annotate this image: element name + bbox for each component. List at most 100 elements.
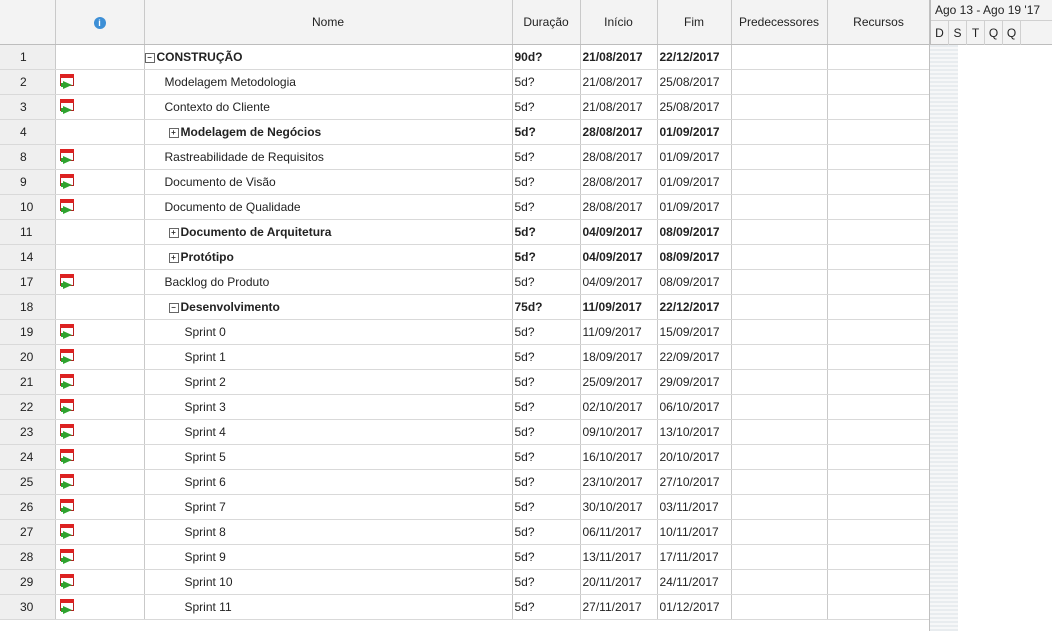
task-name-cell[interactable]: Sprint 2 bbox=[144, 369, 513, 395]
start-cell[interactable]: 13/11/2017 bbox=[580, 544, 658, 570]
task-row[interactable]: 9 Documento de Visão 5d? 28/08/2017 01/09/20… bbox=[0, 169, 931, 195]
resources-column-header[interactable]: Recursos bbox=[827, 0, 931, 45]
predecessors-cell[interactable] bbox=[731, 94, 828, 120]
task-name-cell[interactable]: Sprint 5 bbox=[144, 444, 513, 470]
start-cell[interactable]: 21/08/2017 bbox=[580, 69, 658, 95]
finish-cell[interactable]: 13/10/2017 bbox=[657, 419, 732, 445]
task-row[interactable]: 10 Documento de Qualidade 5d? 28/08/2017 01/… bbox=[0, 194, 931, 220]
row-number[interactable]: 30 bbox=[0, 594, 56, 620]
duration-cell[interactable]: 5d? bbox=[512, 419, 581, 445]
start-cell[interactable]: 18/09/2017 bbox=[580, 344, 658, 370]
row-number[interactable]: 3 bbox=[0, 94, 56, 120]
duration-cell[interactable]: 5d? bbox=[512, 469, 581, 495]
finish-cell[interactable]: 29/09/2017 bbox=[657, 369, 732, 395]
task-name-cell[interactable]: Sprint 9 bbox=[144, 544, 513, 570]
start-cell[interactable]: 02/10/2017 bbox=[580, 394, 658, 420]
predecessors-cell[interactable] bbox=[731, 519, 828, 545]
select-all-header[interactable] bbox=[0, 0, 56, 45]
task-name-cell[interactable]: Contexto do Cliente bbox=[144, 94, 513, 120]
duration-cell[interactable]: 5d? bbox=[512, 594, 581, 620]
duration-cell[interactable]: 5d? bbox=[512, 194, 581, 220]
duration-cell[interactable]: 90d? bbox=[512, 44, 581, 70]
task-name-cell[interactable]: Sprint 6 bbox=[144, 469, 513, 495]
predecessors-cell[interactable] bbox=[731, 119, 828, 145]
finish-cell[interactable]: 01/09/2017 bbox=[657, 119, 732, 145]
task-name-cell[interactable]: Documento de Qualidade bbox=[144, 194, 513, 220]
predecessors-cell[interactable] bbox=[731, 44, 828, 70]
task-row[interactable]: 14 + Protótipo 5d? 04/09/2017 08/09/2017 bbox=[0, 244, 931, 270]
task-row[interactable]: 11 + Documento de Arquitetura 5d? 04/09/2017… bbox=[0, 219, 931, 245]
resources-cell[interactable] bbox=[827, 269, 931, 295]
predecessors-cell[interactable] bbox=[731, 69, 828, 95]
finish-cell[interactable]: 15/09/2017 bbox=[657, 319, 732, 345]
predecessors-column-header[interactable]: Predecessores bbox=[731, 0, 828, 45]
finish-cell[interactable]: 10/11/2017 bbox=[657, 519, 732, 545]
resources-cell[interactable] bbox=[827, 294, 931, 320]
resources-cell[interactable] bbox=[827, 169, 931, 195]
indicators-header[interactable]: i bbox=[55, 0, 145, 45]
task-row[interactable]: 3 Contexto do Cliente 5d? 21/08/2017 25/08/2… bbox=[0, 94, 931, 120]
resources-cell[interactable] bbox=[827, 244, 931, 270]
duration-cell[interactable]: 5d? bbox=[512, 569, 581, 595]
task-row[interactable]: 21 Sprint 2 5d? 25/09/2017 29/09/2017 bbox=[0, 369, 931, 395]
predecessors-cell[interactable] bbox=[731, 169, 828, 195]
finish-cell[interactable]: 01/09/2017 bbox=[657, 144, 732, 170]
task-name-cell[interactable]: Sprint 8 bbox=[144, 519, 513, 545]
resources-cell[interactable] bbox=[827, 144, 931, 170]
duration-cell[interactable]: 5d? bbox=[512, 119, 581, 145]
task-name-cell[interactable]: Modelagem Metodologia bbox=[144, 69, 513, 95]
task-row[interactable]: 8 Rastreabilidade de Requisitos 5d? 28/08/2… bbox=[0, 144, 931, 170]
duration-cell[interactable]: 5d? bbox=[512, 369, 581, 395]
predecessors-cell[interactable] bbox=[731, 394, 828, 420]
row-number[interactable]: 23 bbox=[0, 419, 56, 445]
task-name-cell[interactable]: Sprint 11 bbox=[144, 594, 513, 620]
duration-cell[interactable]: 5d? bbox=[512, 219, 581, 245]
task-name-cell[interactable]: Sprint 4 bbox=[144, 419, 513, 445]
finish-cell[interactable]: 27/10/2017 bbox=[657, 469, 732, 495]
predecessors-cell[interactable] bbox=[731, 344, 828, 370]
resources-cell[interactable] bbox=[827, 44, 931, 70]
finish-cell[interactable]: 22/09/2017 bbox=[657, 344, 732, 370]
start-cell[interactable]: 20/11/2017 bbox=[580, 569, 658, 595]
duration-cell[interactable]: 5d? bbox=[512, 69, 581, 95]
start-cell[interactable]: 06/11/2017 bbox=[580, 519, 658, 545]
task-row[interactable]: 18− Desenvolvimento 75d? 11/09/2017 22/12/20… bbox=[0, 294, 931, 320]
start-cell[interactable]: 11/09/2017 bbox=[580, 294, 658, 320]
task-name-cell[interactable]: − CONSTRUÇÃO bbox=[144, 44, 513, 70]
task-name-cell[interactable]: − Desenvolvimento bbox=[144, 294, 513, 320]
resources-cell[interactable] bbox=[827, 519, 931, 545]
row-number[interactable]: 14 bbox=[0, 244, 56, 270]
predecessors-cell[interactable] bbox=[731, 494, 828, 520]
resources-cell[interactable] bbox=[827, 344, 931, 370]
predecessors-cell[interactable] bbox=[731, 444, 828, 470]
finish-cell[interactable]: 08/09/2017 bbox=[657, 244, 732, 270]
finish-cell[interactable]: 01/12/2017 bbox=[657, 594, 732, 620]
expand-icon[interactable]: + bbox=[168, 127, 179, 138]
row-number[interactable]: 21 bbox=[0, 369, 56, 395]
row-number[interactable]: 29 bbox=[0, 569, 56, 595]
finish-cell[interactable]: 22/12/2017 bbox=[657, 294, 732, 320]
task-row[interactable]: 19 Sprint 0 5d? 11/09/2017 15/09/2017 bbox=[0, 319, 931, 345]
duration-cell[interactable]: 5d? bbox=[512, 244, 581, 270]
row-number[interactable]: 26 bbox=[0, 494, 56, 520]
task-row[interactable]: 2 Modelagem Metodologia 5d? 21/08/2017 25/08… bbox=[0, 69, 931, 95]
finish-cell[interactable]: 06/10/2017 bbox=[657, 394, 732, 420]
start-cell[interactable]: 04/09/2017 bbox=[580, 219, 658, 245]
row-number[interactable]: 17 bbox=[0, 269, 56, 295]
row-number[interactable]: 9 bbox=[0, 169, 56, 195]
start-column-header[interactable]: Início bbox=[580, 0, 658, 45]
predecessors-cell[interactable] bbox=[731, 419, 828, 445]
task-row[interactable]: 28 Sprint 9 5d? 13/11/2017 17/11/2017 bbox=[0, 544, 931, 570]
resources-cell[interactable] bbox=[827, 69, 931, 95]
resources-cell[interactable] bbox=[827, 194, 931, 220]
start-cell[interactable]: 27/11/2017 bbox=[580, 594, 658, 620]
collapse-icon[interactable]: − bbox=[168, 302, 179, 313]
resources-cell[interactable] bbox=[827, 544, 931, 570]
start-cell[interactable]: 11/09/2017 bbox=[580, 319, 658, 345]
finish-cell[interactable]: 08/09/2017 bbox=[657, 219, 732, 245]
start-cell[interactable]: 28/08/2017 bbox=[580, 119, 658, 145]
resources-cell[interactable] bbox=[827, 394, 931, 420]
predecessors-cell[interactable] bbox=[731, 544, 828, 570]
row-number[interactable]: 22 bbox=[0, 394, 56, 420]
row-number[interactable]: 4 bbox=[0, 119, 56, 145]
